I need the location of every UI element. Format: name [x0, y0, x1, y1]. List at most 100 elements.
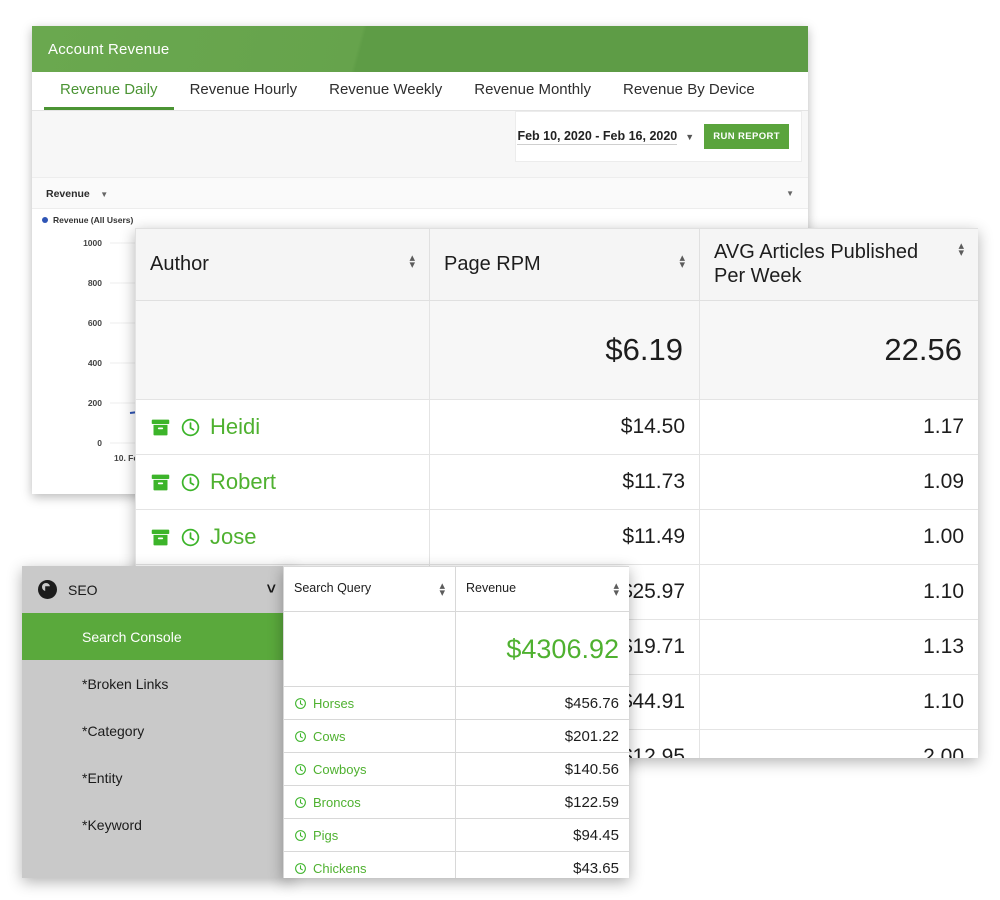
clock-icon [294, 763, 307, 776]
author-name[interactable]: Jose [210, 524, 256, 550]
tab-revenue-weekly[interactable]: Revenue Weekly [313, 72, 458, 110]
tab-label: Revenue Weekly [329, 81, 442, 98]
legend-color-swatch [42, 217, 48, 223]
column-label: Search Query [294, 581, 371, 595]
search-query-panel: Search Query ▴▾ Revenue ▴▾ $4306.92Horse… [283, 566, 629, 878]
svg-text:0: 0 [97, 438, 102, 448]
table-row[interactable]: Pigs$94.45 [284, 819, 630, 852]
cell-avg-articles: 1.13 [700, 620, 979, 675]
archive-icon [150, 527, 171, 548]
cell-avg-articles: 1.17 [700, 400, 979, 455]
tab-revenue-hourly[interactable]: Revenue Hourly [174, 72, 314, 110]
cell-search-query: Broncos [284, 786, 456, 819]
search-query-table: Search Query ▴▾ Revenue ▴▾ $4306.92Horse… [283, 566, 629, 878]
column-header-revenue[interactable]: Revenue ▴▾ [456, 567, 630, 612]
search-query-name[interactable]: Pigs [313, 828, 338, 843]
search-query-name[interactable]: Broncos [313, 795, 361, 810]
cell-avg-articles: 1.10 [700, 565, 979, 620]
sidebar-item-entity[interactable]: *Entity [22, 754, 292, 801]
column-label: AVG Articles Published Per Week [714, 241, 950, 288]
cell-avg-articles: 1.10 [700, 675, 979, 730]
table-row[interactable]: Chickens $43.65 [284, 852, 630, 879]
cell-avg-articles: 1.00 [700, 510, 979, 565]
page-title: Account Revenue [48, 41, 169, 58]
author-name[interactable]: Robert [210, 469, 276, 495]
svg-text:800: 800 [88, 278, 102, 288]
sidebar-item-label: *Entity [82, 770, 122, 786]
svg-text:200: 200 [88, 398, 102, 408]
cell-search-query: Horses [284, 687, 456, 720]
cell-revenue: $456.76 [456, 687, 630, 720]
sort-toggle-icon[interactable]: ▴▾ [439, 581, 445, 597]
cell-revenue: $43.65 [456, 852, 630, 879]
table-row[interactable]: Jose $11.491.00 [136, 510, 979, 565]
svg-text:1000: 1000 [83, 238, 102, 248]
cell-page-rpm: $11.49 [430, 510, 700, 565]
search-query-name[interactable]: Cows [313, 729, 346, 744]
chevron-down-icon[interactable]: ˅ [267, 581, 276, 599]
column-label: Author [150, 253, 209, 277]
sidebar-item-broken-links[interactable]: *Broken Links [22, 660, 292, 707]
tab-revenue-monthly[interactable]: Revenue Monthly [458, 72, 607, 110]
table-summary-row: $4306.92 [284, 612, 630, 687]
cell-search-query: Cowboys [284, 753, 456, 786]
search-query-name[interactable]: Horses [313, 696, 354, 711]
tab-label: Revenue By Device [623, 81, 755, 98]
sort-toggle-icon[interactable]: ▴▾ [409, 253, 415, 269]
cell-page-rpm: $11.73 [430, 455, 700, 510]
column-label: Page RPM [444, 253, 541, 277]
clock-icon [180, 417, 201, 438]
sort-toggle-icon[interactable]: ▴▾ [679, 253, 685, 269]
column-header-author[interactable]: Author ▴▾ [136, 229, 430, 301]
run-report-button[interactable]: RUN REPORT [704, 124, 789, 149]
summary-cell-query [284, 612, 456, 687]
summary-cell-page-rpm: $6.19 [430, 301, 700, 400]
table-row[interactable]: Cowboys$140.56 [284, 753, 630, 786]
clock-icon [180, 472, 201, 493]
clock-icon [294, 862, 307, 875]
search-query-name[interactable]: Chickens [313, 861, 366, 876]
cell-author: Robert [136, 455, 430, 510]
table-row[interactable]: Cows$201.22 [284, 720, 630, 753]
seo-menu-header[interactable]: SEO ˅ [22, 566, 292, 613]
panel-header: Account Revenue [32, 26, 808, 72]
sidebar-item-label: *Keyword [82, 817, 142, 833]
sidebar-item-label: *Category [82, 723, 144, 739]
tab-revenue-daily[interactable]: Revenue Daily [44, 72, 174, 110]
table-row[interactable]: Broncos$122.59 [284, 786, 630, 819]
sidebar-item-category[interactable]: *Category [22, 707, 292, 754]
report-toolbar: Feb 10, 2020 - Feb 16, 2020 ▼ RUN REPORT [32, 111, 808, 177]
sidebar-item-keyword[interactable]: *Keyword [22, 801, 292, 848]
chevron-down-icon: ▼ [100, 190, 108, 199]
chart-legend: Revenue (All Users) [32, 215, 808, 225]
sidebar-item-label: Search Console [82, 629, 182, 645]
table-row[interactable]: Heidi$14.501.17 [136, 400, 979, 455]
clock-icon [294, 697, 307, 710]
date-range-value[interactable]: Feb 10, 2020 - Feb 16, 2020 [517, 129, 677, 145]
panel-collapse-chevron-icon[interactable]: ▼ [786, 189, 794, 198]
search-query-name[interactable]: Cowboys [313, 762, 366, 777]
tab-revenue-by-device[interactable]: Revenue By Device [607, 72, 771, 110]
table-row[interactable]: Robert$11.731.09 [136, 455, 979, 510]
metric-selector-label: Revenue [46, 188, 90, 200]
sidebar-item-search-console[interactable]: Search Console [22, 613, 292, 660]
seo-sidebar-panel: SEO ˅ Search Console *Broken Links *Catego… [22, 566, 292, 878]
author-name[interactable]: Heidi [210, 414, 260, 440]
svg-text:600: 600 [88, 318, 102, 328]
cell-search-query: Cows [284, 720, 456, 753]
cell-search-query: Chickens [284, 852, 456, 879]
seo-menu-title: SEO [68, 582, 98, 598]
chevron-down-icon[interactable]: ▼ [685, 132, 694, 142]
metric-selector[interactable]: Revenue ▼ [46, 184, 108, 202]
clock-icon [180, 527, 201, 548]
column-header-page-rpm[interactable]: Page RPM ▴▾ [430, 229, 700, 301]
revenue-tab-bar: Revenue Daily Revenue Hourly Revenue Wee… [32, 72, 808, 111]
table-row[interactable]: Horses $456.76 [284, 687, 630, 720]
sort-toggle-icon[interactable]: ▴▾ [613, 581, 619, 597]
column-label: Revenue [466, 581, 516, 595]
tab-label: Revenue Daily [60, 81, 158, 98]
column-header-search-query[interactable]: Search Query ▴▾ [284, 567, 456, 612]
column-header-avg-articles[interactable]: AVG Articles Published Per Week ▴▾ [700, 229, 979, 301]
clock-icon [294, 829, 307, 842]
sort-toggle-icon[interactable]: ▴▾ [958, 241, 964, 257]
